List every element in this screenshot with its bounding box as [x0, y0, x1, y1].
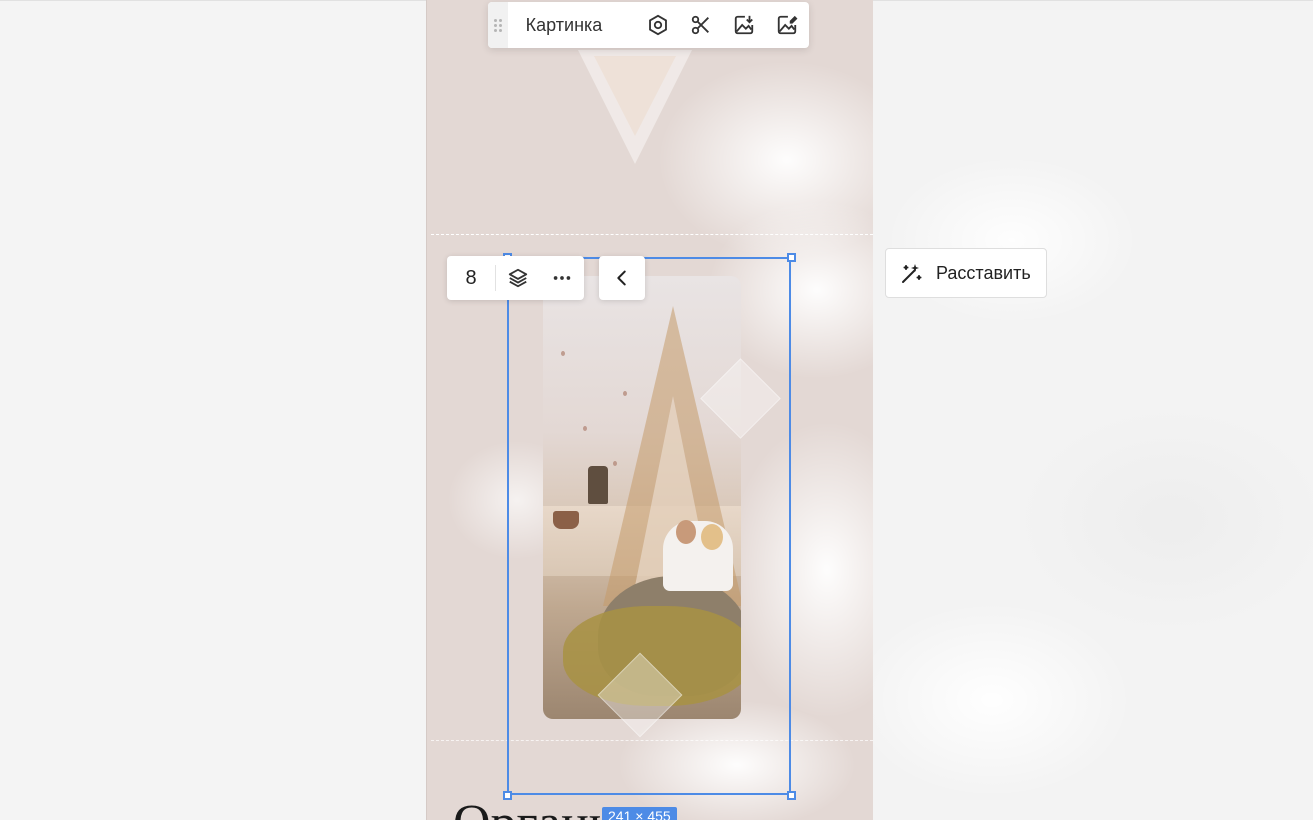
triangle-decoration-inner: [594, 56, 676, 136]
resize-handle-top-right[interactable]: [787, 253, 796, 262]
chevron-left-icon: [617, 270, 626, 286]
more-options-button[interactable]: [540, 256, 584, 300]
image-download-icon: [734, 15, 754, 35]
layers-button[interactable]: [496, 256, 540, 300]
scissors-icon: [691, 15, 709, 35]
section-heading[interactable]: Органи: [453, 794, 617, 820]
settings-icon: [648, 14, 667, 36]
arrange-button[interactable]: Расставить: [885, 248, 1047, 298]
resize-handle-bottom-right[interactable]: [787, 791, 796, 800]
settings-button[interactable]: [636, 2, 679, 48]
image-edit-icon: [778, 15, 798, 35]
image-toolbar: Картинка: [488, 2, 809, 48]
layers-icon: [508, 268, 528, 288]
editor-canvas[interactable]: Органи 241 × 455: [426, 0, 873, 820]
selection-size-label: 241 × 455: [602, 807, 677, 820]
resize-handle-bottom-left[interactable]: [503, 791, 512, 800]
back-button[interactable]: [599, 256, 645, 300]
more-icon: [553, 276, 571, 280]
download-image-button[interactable]: [722, 2, 765, 48]
edit-image-button[interactable]: [766, 2, 809, 48]
layer-number[interactable]: 8: [447, 267, 495, 290]
arrange-button-label: Расставить: [936, 262, 1031, 283]
workspace-background: [872, 0, 1313, 820]
drag-handle-icon[interactable]: [488, 2, 508, 48]
selection-frame[interactable]: [507, 257, 791, 795]
element-toolbar: 8: [447, 256, 584, 300]
section-guide-line: [431, 234, 873, 235]
image-toolbar-title: Картинка: [525, 14, 603, 35]
crop-cut-button[interactable]: [679, 2, 722, 48]
magic-wand-icon: [902, 264, 922, 283]
